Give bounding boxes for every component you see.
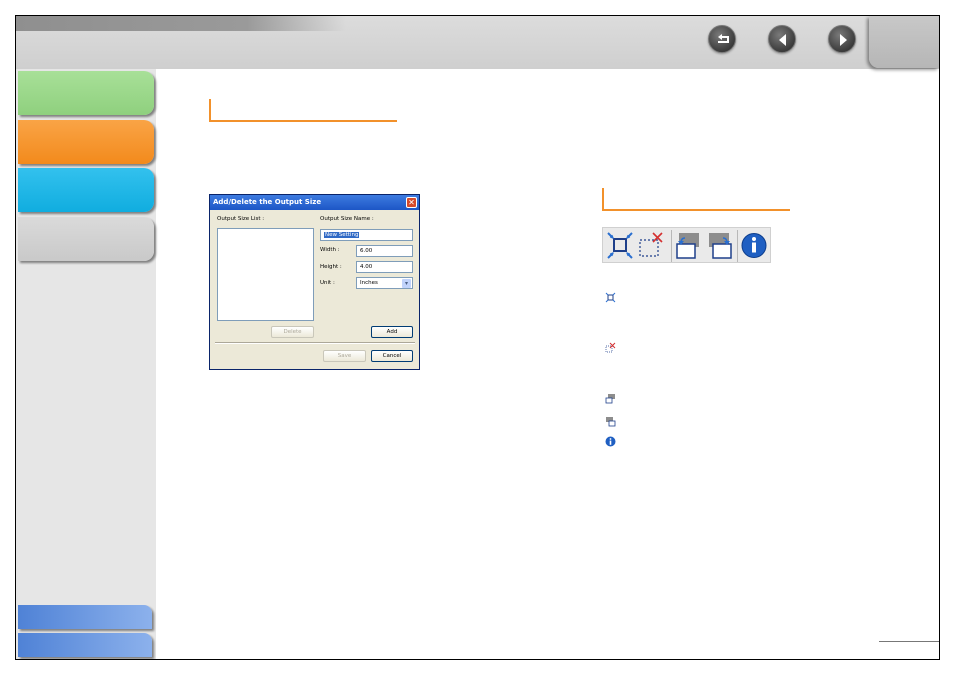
information-icon: [741, 233, 767, 258]
sidebar-bottom-tab-1[interactable]: [18, 605, 152, 629]
heading-marker-right: [602, 188, 604, 210]
unit-label: Unit :: [320, 280, 335, 286]
rotate-left-icon: [676, 233, 699, 259]
sidebar: [16, 69, 156, 659]
width-field[interactable]: 6.00: [356, 245, 413, 257]
sidebar-tab-green[interactable]: [18, 71, 154, 115]
add-button[interactable]: Add: [371, 326, 413, 338]
delete-button[interactable]: Delete: [271, 326, 314, 338]
chevron-down-icon: ▾: [402, 279, 411, 288]
width-label: Width :: [320, 247, 340, 253]
information-button[interactable]: [739, 230, 769, 261]
back-return-button[interactable]: [708, 25, 736, 53]
page-corner-tab: [869, 16, 939, 68]
previous-page-button[interactable]: [768, 25, 796, 53]
next-page-button[interactable]: [828, 25, 856, 53]
dialog-separator: [215, 342, 415, 344]
unit-value: Inches: [360, 280, 378, 286]
sidebar-tab-gray[interactable]: [18, 217, 154, 261]
rotate-left-icon: [605, 394, 615, 404]
header-strip: [16, 16, 346, 31]
clear-crop-icon: [639, 232, 663, 257]
clear-crop-icon: [605, 342, 616, 353]
dialog-title: Add/Delete the Output Size: [210, 195, 419, 210]
height-field[interactable]: 4.00: [356, 261, 413, 273]
cancel-button[interactable]: Cancel: [371, 350, 413, 362]
information-icon: [605, 436, 616, 447]
auto-crop-button[interactable]: [605, 230, 635, 261]
output-size-list-label: Output Size List :: [217, 216, 265, 222]
add-delete-output-size-dialog: Add/Delete the Output Size ✕ Output Size…: [209, 194, 420, 370]
save-button[interactable]: Save: [323, 350, 366, 362]
next-page-icon: [840, 34, 847, 46]
clear-crop-button[interactable]: [637, 230, 667, 261]
crop-toolbar: [602, 227, 771, 263]
back-return-icon: [718, 34, 729, 43]
auto-crop-icon: [607, 232, 633, 259]
page-number-rule: [879, 641, 939, 642]
previous-page-icon: [779, 34, 786, 46]
output-size-list[interactable]: [217, 228, 314, 321]
output-size-name-label: Output Size Name :: [320, 216, 374, 222]
sidebar-bottom-tab-2[interactable]: [18, 633, 152, 657]
rotate-left-button[interactable]: [673, 230, 703, 261]
heading-underline-left: [209, 120, 397, 122]
manual-page-frame: Add/Delete the Output Size ✕ Output Size…: [15, 15, 940, 660]
output-size-name-field[interactable]: New Setting: [320, 229, 413, 241]
toolbar-separator: [737, 230, 738, 262]
auto-crop-icon: [605, 292, 616, 303]
top-navigation-bar: [16, 16, 939, 69]
height-label: Height :: [320, 264, 342, 270]
toolbar-separator: [671, 230, 672, 262]
name-field-value: New Setting: [324, 232, 360, 238]
dialog-close-button[interactable]: ✕: [406, 197, 417, 208]
rotate-right-icon: [709, 233, 732, 259]
sidebar-tab-orange[interactable]: [18, 120, 154, 164]
heading-marker-left: [209, 99, 211, 121]
rotate-right-button[interactable]: [705, 230, 735, 261]
sidebar-tab-cyan[interactable]: [18, 168, 154, 212]
close-icon: ✕: [408, 198, 415, 207]
unit-select[interactable]: Inches ▾: [356, 277, 413, 289]
heading-underline-right: [602, 209, 790, 211]
rotate-right-icon: [606, 417, 616, 427]
